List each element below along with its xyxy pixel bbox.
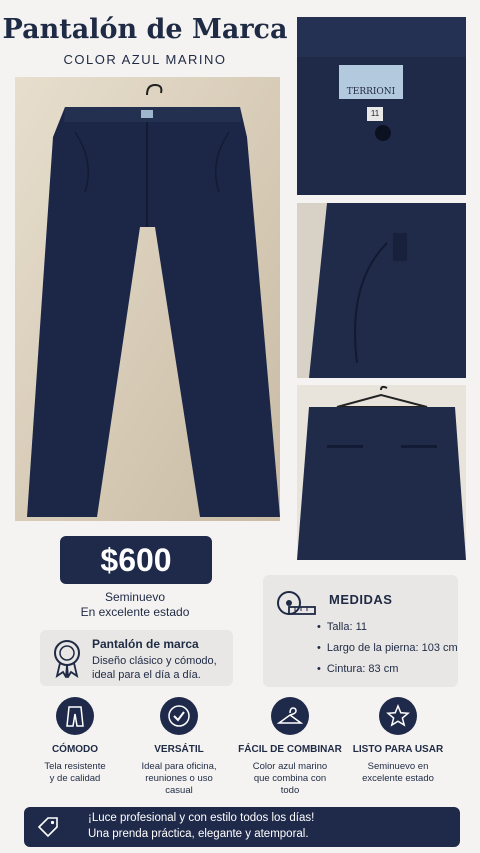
price-tag-icon: [37, 817, 58, 838]
feature-text: casual: [165, 785, 193, 796]
award-icon: [54, 640, 80, 678]
feature-ready-to-use: LISTO PARA USAR Seminuevo en excelente e…: [343, 697, 453, 785]
detail-photo-back: [297, 385, 466, 560]
measurement-size: Talla: 11: [317, 617, 458, 638]
feature-text: Tela resistente: [44, 761, 106, 772]
feature-text: que combina con: [253, 773, 327, 784]
size-label: 11: [367, 107, 383, 121]
detail-photo-pocket: [297, 203, 466, 378]
feature-comfortable: CÓMODO Tela resistente y de calidad: [20, 697, 130, 785]
feature-text: Seminuevo en: [367, 761, 429, 772]
star-icon: [379, 697, 417, 735]
measurements-list: Talla: 11 Largo de la pierna: 103 cm Cin…: [317, 617, 458, 680]
product-card-heading: Pantalón de marca: [92, 637, 199, 651]
measurements-heading: MEDIDAS: [329, 592, 393, 607]
price-badge: $600: [60, 536, 212, 584]
detail-photo-waistband: TERRIONI 11: [297, 17, 466, 195]
feature-versatile: VERSÁTIL Ideal para oficina, reuniones o…: [124, 697, 234, 797]
measurements-card: MEDIDAS Talla: 11 Largo de la pierna: 10…: [263, 575, 458, 687]
feature-text: Color azul marino: [252, 761, 328, 772]
bottom-banner: ¡Luce profesional y con estilo todos los…: [24, 807, 460, 847]
condition-line-2: En excelente estado: [80, 605, 190, 619]
feature-title: VERSÁTIL: [154, 744, 204, 755]
page-title: Pantalón de Marca: [2, 14, 288, 45]
feature-text: excelente estado: [362, 773, 434, 784]
pants-icon: [56, 697, 94, 735]
condition-line-1: Seminuevo: [104, 590, 166, 604]
feature-title: FÁCIL DE COMBINAR: [238, 744, 342, 755]
product-card: Pantalón de marca Diseño clásico y cómod…: [40, 630, 233, 686]
measurement-waist: Cintura: 83 cm: [317, 659, 458, 680]
main-product-photo: [15, 77, 280, 521]
hanger-icon: [271, 697, 309, 735]
brand-label: TERRIONI: [346, 87, 396, 97]
feature-title: LISTO PARA USAR: [352, 744, 444, 755]
feature-easy-to-combine: FÁCIL DE COMBINAR Color azul marino que …: [235, 697, 345, 797]
product-card-text-1: Diseño clásico y cómodo,: [92, 655, 217, 667]
feature-text: Ideal para oficina,: [141, 761, 217, 772]
product-card-text-2: ideal para el día a día.: [92, 669, 201, 681]
measurement-leg-length: Largo de la pierna: 103 cm: [317, 638, 458, 659]
feature-title: CÓMODO: [51, 744, 99, 755]
feature-text: reuniones o uso: [145, 773, 213, 784]
banner-line-2: Una prenda práctica, elegante y atempora…: [88, 828, 309, 840]
measuring-tape-icon: [277, 591, 316, 615]
banner-line-1: ¡Luce profesional y con estilo todos los…: [88, 812, 315, 824]
feature-text: todo: [280, 785, 300, 796]
page-subtitle: COLOR AZUL MARINO: [63, 52, 227, 67]
check-icon: [160, 697, 198, 735]
feature-text: y de calidad: [49, 773, 101, 784]
